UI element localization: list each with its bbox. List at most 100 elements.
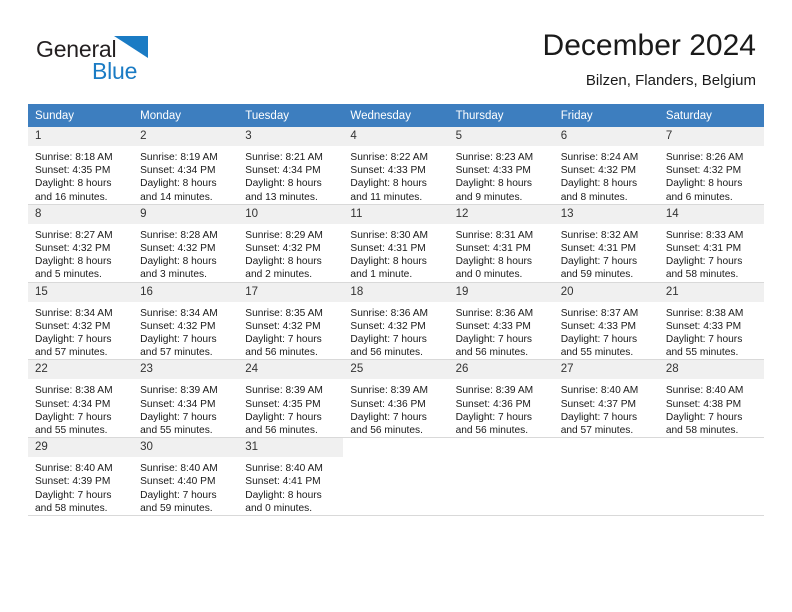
sunset-text: Sunset: 4:33 PM [455,165,531,177]
daylight-text-line1: Daylight: 7 hours [665,334,743,346]
day-details: Sunrise: 8:36 AM Sunset: 4:32 PM Dayligh… [343,302,448,360]
day-cell[interactable]: 10 Sunrise: 8:29 AM Sunset: 4:32 PM Dayl… [238,204,344,283]
daylight-text-line2: and 55 minutes. [560,347,634,359]
day-cell[interactable]: 21 Sunrise: 8:38 AM Sunset: 4:33 PM Dayl… [658,282,764,361]
sunset-text: Sunset: 4:35 PM [245,398,321,410]
day-cell[interactable]: 9 Sunrise: 8:28 AM Sunset: 4:32 PM Dayli… [133,204,239,283]
daylight-text-line2: and 0 minutes. [245,502,313,514]
day-number: 17 [238,282,344,302]
day-number: 10 [238,204,344,224]
day-cell[interactable]: 19 Sunrise: 8:36 AM Sunset: 4:33 PM Dayl… [448,282,554,361]
daylight-text-line1: Daylight: 8 hours [455,178,533,190]
day-number: 11 [343,204,449,224]
day-cell[interactable]: 6 Sunrise: 8:24 AM Sunset: 4:32 PM Dayli… [553,127,659,205]
day-cell[interactable]: 14 Sunrise: 8:33 AM Sunset: 4:31 PM Dayl… [658,204,764,283]
day-details: Sunrise: 8:33 AM Sunset: 4:31 PM Dayligh… [659,224,764,282]
day-cell[interactable]: 22 Sunrise: 8:38 AM Sunset: 4:34 PM Dayl… [28,359,134,439]
day-cell[interactable]: 30 Sunrise: 8:40 AM Sunset: 4:40 PM Dayl… [133,437,239,517]
daylight-text-line1: Daylight: 7 hours [245,334,322,346]
day-cell[interactable]: 2 Sunrise: 8:19 AM Sunset: 4:34 PM Dayli… [133,127,239,205]
daylight-text-line2: and 14 minutes. [140,191,213,203]
day-cell-empty [448,437,554,517]
brand-logo-top: General [36,36,276,62]
day-number: 9 [133,204,239,224]
sunrise-text: Sunrise: 8:35 AM [245,307,323,319]
sunset-text: Sunset: 4:31 PM [455,243,531,255]
day-cell[interactable]: 18 Sunrise: 8:36 AM Sunset: 4:32 PM Dayl… [343,282,449,361]
sunset-text: Sunset: 4:34 PM [140,398,216,410]
day-cell[interactable]: 4 Sunrise: 8:22 AM Sunset: 4:33 PM Dayli… [343,127,449,205]
day-details: Sunrise: 8:39 AM Sunset: 4:35 PM Dayligh… [238,379,343,437]
sunset-text: Sunset: 4:33 PM [560,320,637,332]
sunrise-text: Sunrise: 8:39 AM [350,385,429,397]
page-title: December 2024 [542,29,756,62]
day-cell-empty [658,437,764,517]
daylight-text-line1: Daylight: 7 hours [455,334,533,346]
daylight-text-line2: and 5 minutes. [35,269,102,281]
day-number: 28 [658,360,764,380]
day-cell[interactable]: 3 Sunrise: 8:21 AM Sunset: 4:34 PM Dayli… [238,127,344,205]
day-cell[interactable]: 1 Sunrise: 8:18 AM Sunset: 4:35 PM Dayli… [28,127,134,205]
day-cell[interactable]: 8 Sunrise: 8:27 AM Sunset: 4:32 PM Dayli… [28,204,134,283]
sunrise-text: Sunrise: 8:36 AM [455,307,534,319]
sunrise-text: Sunrise: 8:29 AM [245,229,323,241]
day-number: 14 [658,204,764,224]
day-details: Sunrise: 8:23 AM Sunset: 4:33 PM Dayligh… [449,146,554,204]
sunrise-text: Sunrise: 8:40 AM [245,463,323,475]
daylight-text-line1: Daylight: 8 hours [35,256,112,268]
daylight-text-line2: and 57 minutes. [35,347,108,359]
day-cell[interactable]: 28 Sunrise: 8:40 AM Sunset: 4:38 PM Dayl… [658,359,764,439]
daylight-text-line2: and 6 minutes. [665,191,733,203]
day-cell[interactable]: 12 Sunrise: 8:31 AM Sunset: 4:31 PM Dayl… [448,204,554,283]
day-details: Sunrise: 8:40 AM Sunset: 4:40 PM Dayligh… [133,457,238,515]
calendar-week-row: 8 Sunrise: 8:27 AM Sunset: 4:32 PM Dayli… [28,204,764,283]
day-details: Sunrise: 8:32 AM Sunset: 4:31 PM Dayligh… [554,224,659,282]
day-number: 25 [343,360,449,380]
sunset-text: Sunset: 4:32 PM [35,243,111,255]
day-cell[interactable]: 15 Sunrise: 8:34 AM Sunset: 4:32 PM Dayl… [28,282,134,361]
sunset-text: Sunset: 4:34 PM [35,398,111,410]
day-cell[interactable]: 13 Sunrise: 8:32 AM Sunset: 4:31 PM Dayl… [553,204,659,283]
day-details: Sunrise: 8:24 AM Sunset: 4:32 PM Dayligh… [554,146,659,204]
daylight-text-line1: Daylight: 7 hours [35,489,112,501]
daylight-text-line2: and 56 minutes. [455,425,529,437]
daylight-text-line2: and 56 minutes. [350,425,423,437]
day-cell[interactable]: 25 Sunrise: 8:39 AM Sunset: 4:36 PM Dayl… [343,359,449,439]
day-cell[interactable]: 24 Sunrise: 8:39 AM Sunset: 4:35 PM Dayl… [238,359,344,439]
day-cell[interactable]: 5 Sunrise: 8:23 AM Sunset: 4:33 PM Dayli… [448,127,554,205]
sunrise-text: Sunrise: 8:30 AM [350,229,429,241]
day-cell[interactable]: 27 Sunrise: 8:40 AM Sunset: 4:37 PM Dayl… [553,359,659,439]
daylight-text-line1: Daylight: 8 hours [560,178,638,190]
day-cell[interactable]: 16 Sunrise: 8:34 AM Sunset: 4:32 PM Dayl… [133,282,239,361]
day-cell[interactable]: 29 Sunrise: 8:40 AM Sunset: 4:39 PM Dayl… [28,437,134,517]
sunrise-text: Sunrise: 8:40 AM [140,463,218,475]
day-cell[interactable]: 31 Sunrise: 8:40 AM Sunset: 4:41 PM Dayl… [238,437,344,517]
day-cell[interactable]: 20 Sunrise: 8:37 AM Sunset: 4:33 PM Dayl… [553,282,659,361]
daylight-text-line1: Daylight: 8 hours [245,178,322,190]
sunset-text: Sunset: 4:33 PM [665,320,742,332]
daylight-text-line1: Daylight: 7 hours [560,411,638,423]
day-details: Sunrise: 8:29 AM Sunset: 4:32 PM Dayligh… [238,224,343,282]
day-cell[interactable]: 7 Sunrise: 8:26 AM Sunset: 4:32 PM Dayli… [658,127,764,205]
day-cell[interactable]: 23 Sunrise: 8:39 AM Sunset: 4:34 PM Dayl… [133,359,239,439]
daylight-text-line1: Daylight: 7 hours [35,334,112,346]
daylight-text-line2: and 58 minutes. [665,425,739,437]
day-cell[interactable]: 17 Sunrise: 8:35 AM Sunset: 4:32 PM Dayl… [238,282,344,361]
brand-name-general: General [36,36,117,62]
day-number [343,438,449,458]
day-details: Sunrise: 8:18 AM Sunset: 4:35 PM Dayligh… [28,146,133,204]
daylight-text-line2: and 56 minutes. [455,347,529,359]
sunset-text: Sunset: 4:36 PM [455,398,531,410]
day-number: 22 [28,360,134,380]
sunset-text: Sunset: 4:34 PM [245,165,321,177]
day-number: 24 [238,360,344,380]
day-details: Sunrise: 8:39 AM Sunset: 4:36 PM Dayligh… [449,379,554,437]
daylight-text-line2: and 59 minutes. [140,502,213,514]
daylight-text-line1: Daylight: 7 hours [245,411,322,423]
day-cell[interactable]: 11 Sunrise: 8:30 AM Sunset: 4:31 PM Dayl… [343,204,449,283]
day-cell[interactable]: 26 Sunrise: 8:39 AM Sunset: 4:36 PM Dayl… [448,359,554,439]
daylight-text-line2: and 55 minutes. [665,347,739,359]
sunset-text: Sunset: 4:32 PM [245,320,321,332]
sunset-text: Sunset: 4:36 PM [350,398,426,410]
brand-logo[interactable]: General Blue [36,36,276,90]
